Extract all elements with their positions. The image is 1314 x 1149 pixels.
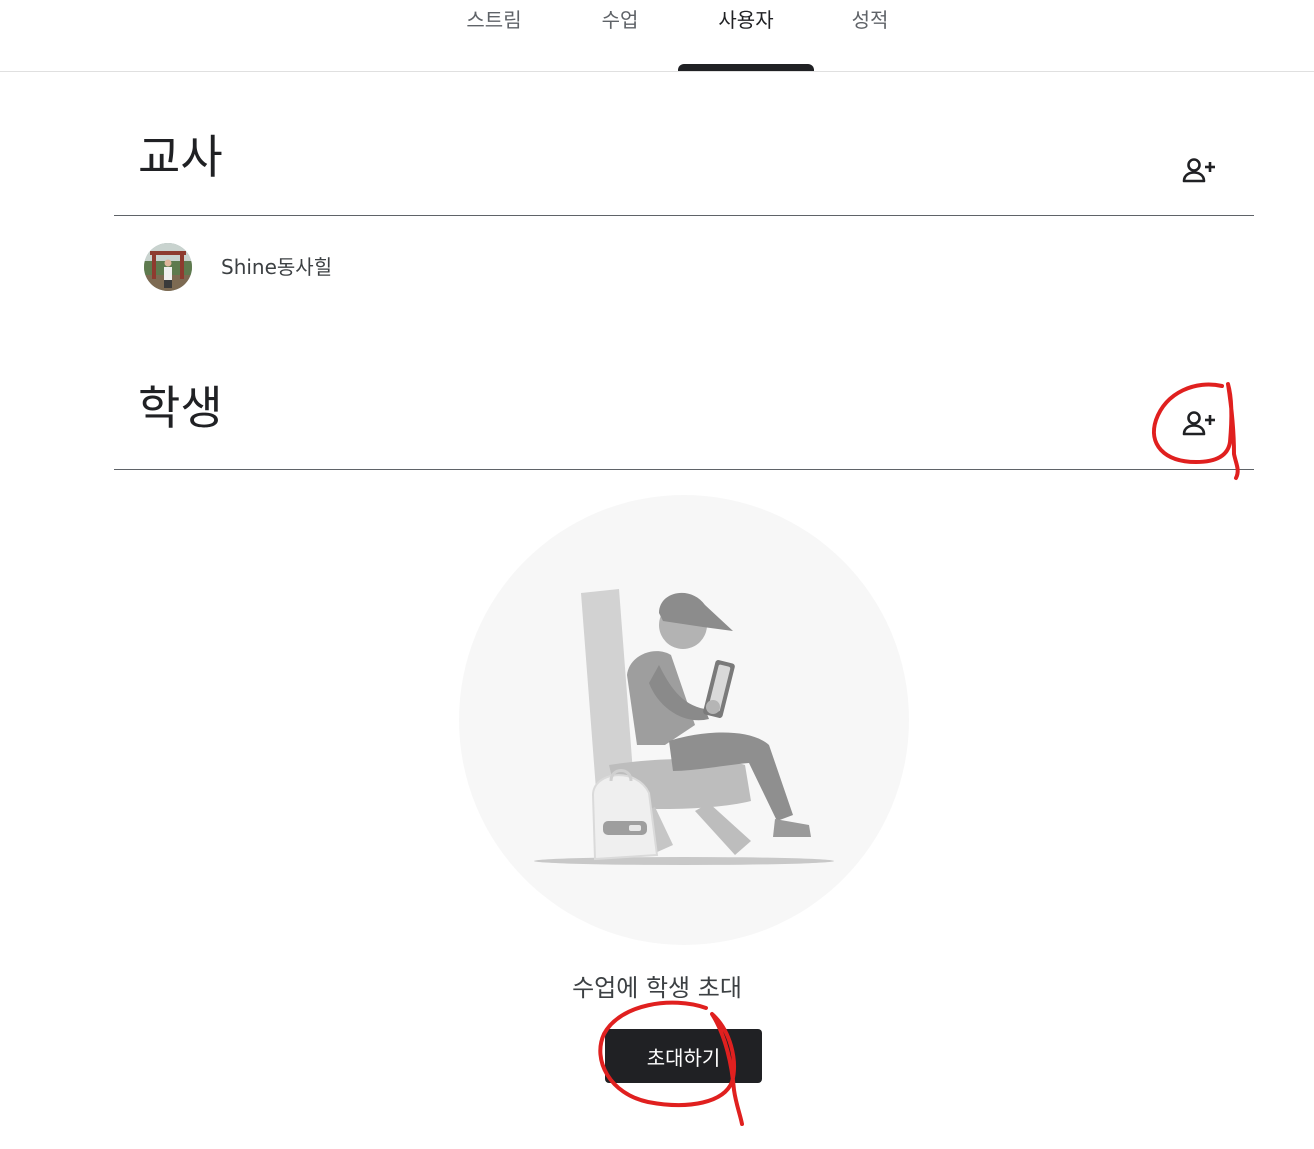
person-add-icon	[1182, 411, 1215, 436]
avatar-photo-icon	[144, 243, 192, 291]
empty-state-illustration	[459, 495, 909, 945]
empty-state-message: 수업에 학생 초대	[572, 974, 742, 1002]
teacher-name: Shine동사힐	[221, 255, 333, 279]
tab-people[interactable]: 사용자	[678, 0, 814, 70]
active-tab-indicator	[678, 64, 814, 71]
tab-classwork[interactable]: 수업	[572, 0, 668, 70]
invite-teacher-button[interactable]	[1176, 147, 1224, 195]
invite-button[interactable]: 초대하기	[605, 1029, 762, 1083]
top-nav: 스트림 수업 사용자 성적	[0, 0, 1314, 72]
avatar[interactable]	[144, 243, 192, 291]
tab-stream[interactable]: 스트림	[446, 0, 542, 70]
tab-grades[interactable]: 성적	[822, 0, 918, 70]
students-divider	[114, 469, 1254, 470]
teacher-list-item: Shine동사힐	[114, 230, 1254, 306]
invite-students-button[interactable]	[1176, 400, 1224, 448]
teachers-heading: 교사	[138, 130, 223, 184]
teachers-divider	[114, 215, 1254, 216]
students-heading: 학생	[138, 381, 223, 435]
person-add-icon	[1182, 158, 1215, 183]
